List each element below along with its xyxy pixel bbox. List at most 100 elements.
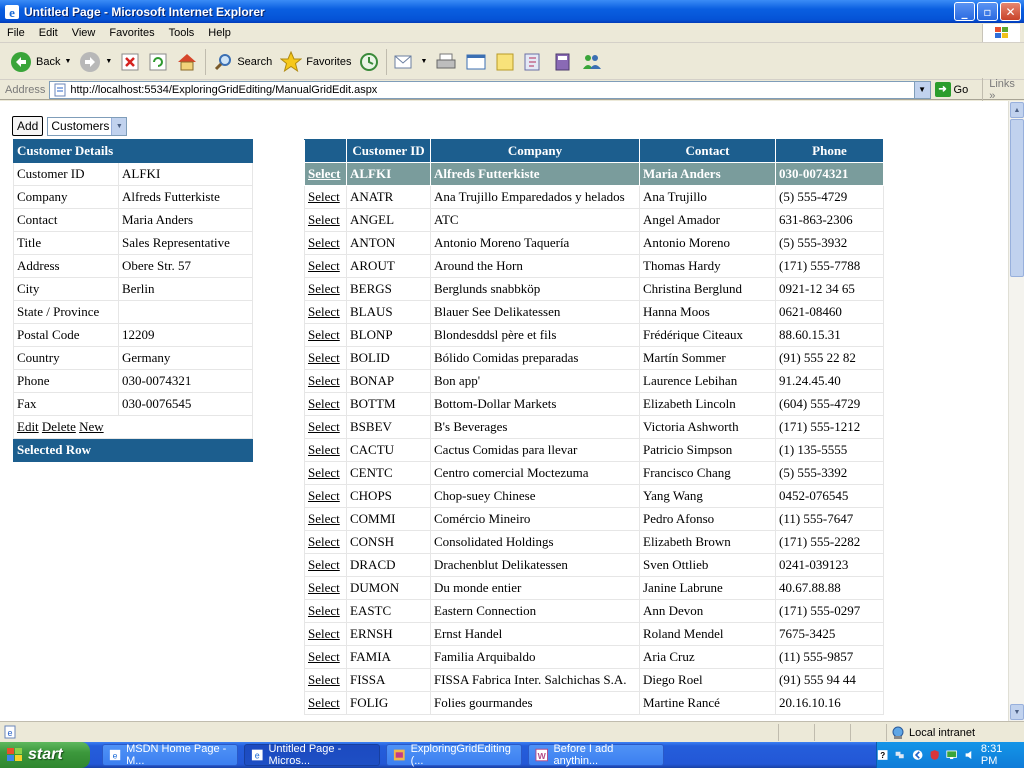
select-link[interactable]: Select — [308, 672, 340, 687]
contact-cell: Ann Devon — [639, 599, 776, 623]
menu-file[interactable]: File — [0, 27, 32, 39]
scroll-up-icon[interactable]: ▲ — [1010, 102, 1024, 118]
mail-button[interactable]: ▼ — [390, 47, 431, 77]
table-select[interactable]: Customers ▼ — [47, 116, 128, 136]
select-link[interactable]: Select — [308, 557, 340, 572]
search-button[interactable]: Search — [209, 47, 276, 77]
task-before-i-add[interactable]: W Before I add anythin... — [528, 743, 664, 767]
grid-header-phone[interactable]: Phone — [775, 139, 884, 163]
phone-cell: 20.16.10.16 — [775, 691, 884, 715]
new-link[interactable]: New — [79, 419, 104, 434]
menu-help[interactable]: Help — [201, 27, 238, 39]
task-msdn[interactable]: e MSDN Home Page - M... — [102, 743, 238, 767]
task-untitled-page[interactable]: e Untitled Page - Micros... — [244, 743, 380, 767]
home-button[interactable] — [172, 47, 202, 77]
stop-button[interactable] — [116, 47, 144, 77]
select-link[interactable]: Select — [308, 189, 340, 204]
chevron-down-icon[interactable]: ▼ — [105, 58, 112, 65]
favorites-button[interactable]: Favorites — [276, 47, 355, 77]
select-link[interactable]: Select — [308, 304, 340, 319]
speaker-icon[interactable] — [964, 748, 975, 762]
print-button[interactable] — [431, 47, 461, 77]
select-link[interactable]: Select — [308, 442, 340, 457]
customer-id-cell: CHOPS — [346, 484, 431, 508]
chevron-down-icon[interactable]: ▼ — [913, 81, 930, 98]
help-icon[interactable]: ? — [877, 748, 888, 762]
minimize-button[interactable]: _ — [954, 2, 975, 21]
table-row: Select DRACD Drachenblut Delikatessen Sven … — [304, 553, 884, 577]
menu-edit[interactable]: Edit — [32, 27, 65, 39]
detail-row: State / Province — [13, 300, 253, 324]
search-icon — [215, 53, 232, 70]
add-button[interactable]: Add — [12, 116, 44, 136]
select-link[interactable]: Select — [308, 327, 340, 342]
go-arrow-icon: ➜ — [934, 82, 951, 97]
menu-favorites[interactable]: Favorites — [102, 27, 161, 39]
display-icon[interactable] — [946, 748, 958, 762]
select-link[interactable]: Select — [308, 465, 340, 480]
start-button[interactable]: start — [0, 742, 90, 768]
select-link[interactable]: Select — [308, 350, 340, 365]
customers-grid: Customer ID Company Contact Phone Select… — [304, 139, 884, 715]
select-link[interactable]: Select — [308, 258, 340, 273]
links-button[interactable]: Links » — [982, 77, 1024, 102]
chevron-down-icon[interactable]: ▼ — [111, 117, 127, 135]
ie-icon: e — [109, 749, 121, 760]
select-link[interactable]: Select — [308, 235, 340, 250]
book-icon — [555, 53, 570, 70]
select-link[interactable]: Select — [308, 695, 340, 710]
company-cell: Consolidated Holdings — [430, 530, 640, 554]
media-button[interactable] — [355, 47, 383, 77]
select-link[interactable]: Select — [308, 166, 340, 181]
task-label: Before I add anythin... — [553, 743, 614, 767]
menu-view[interactable]: View — [65, 27, 103, 39]
edit-button[interactable] — [461, 47, 491, 77]
select-link[interactable]: Select — [308, 373, 340, 388]
vertical-scrollbar[interactable]: ▲ ▼ — [1008, 101, 1024, 721]
select-cell: Select — [304, 369, 347, 393]
select-link[interactable]: Select — [308, 580, 340, 595]
scroll-down-icon[interactable]: ▼ — [1010, 704, 1024, 720]
maximize-button[interactable]: ▫ — [977, 2, 998, 21]
chevron-down-icon[interactable]: ▼ — [64, 58, 71, 65]
contact-cell: Maria Anders — [639, 162, 776, 186]
select-link[interactable]: Select — [308, 649, 340, 664]
menu-tools[interactable]: Tools — [162, 27, 202, 39]
back-arrow-icon[interactable] — [912, 748, 923, 762]
close-button[interactable]: ✕ — [1000, 2, 1021, 21]
edit-link[interactable]: Edit — [17, 419, 39, 434]
address-input[interactable]: http://localhost:5534/ExploringGridEditi… — [49, 80, 931, 99]
refresh-button[interactable] — [144, 47, 172, 77]
company-cell: Comércio Mineiro — [430, 507, 640, 531]
select-link[interactable]: Select — [308, 212, 340, 227]
chevron-down-icon[interactable]: ▼ — [420, 58, 427, 65]
grid-header-customer-id[interactable]: Customer ID — [346, 139, 431, 163]
customer-id-cell: FISSA — [346, 668, 431, 692]
select-link[interactable]: Select — [308, 511, 340, 526]
forward-button[interactable]: ▼ — [75, 47, 116, 77]
shield-icon[interactable] — [929, 748, 940, 762]
research-button[interactable] — [519, 47, 549, 77]
network-icon[interactable] — [894, 748, 905, 762]
task-exploring-grid-editing[interactable]: ExploringGridEditing (... — [386, 743, 522, 767]
grid-header-contact[interactable]: Contact — [639, 139, 776, 163]
discuss-button[interactable] — [491, 47, 519, 77]
clock[interactable]: 8:31 PM — [981, 743, 1014, 767]
grid-header-company[interactable]: Company — [430, 139, 640, 163]
select-link[interactable]: Select — [308, 626, 340, 641]
back-button[interactable]: Back ▼ — [6, 47, 75, 77]
go-button[interactable]: ➜ Go — [934, 82, 968, 97]
delete-link[interactable]: Delete — [42, 419, 76, 434]
scrollbar-thumb[interactable] — [1010, 119, 1024, 277]
select-link[interactable]: Select — [308, 603, 340, 618]
tools-button[interactable] — [549, 47, 577, 77]
select-link[interactable]: Select — [308, 488, 340, 503]
customer-id-cell: CENTC — [346, 461, 431, 485]
company-cell: Eastern Connection — [430, 599, 640, 623]
detail-row: Customer ID ALFKI — [13, 162, 253, 186]
select-link[interactable]: Select — [308, 396, 340, 411]
messenger-button[interactable] — [577, 47, 607, 77]
select-link[interactable]: Select — [308, 419, 340, 434]
select-link[interactable]: Select — [308, 534, 340, 549]
select-link[interactable]: Select — [308, 281, 340, 296]
